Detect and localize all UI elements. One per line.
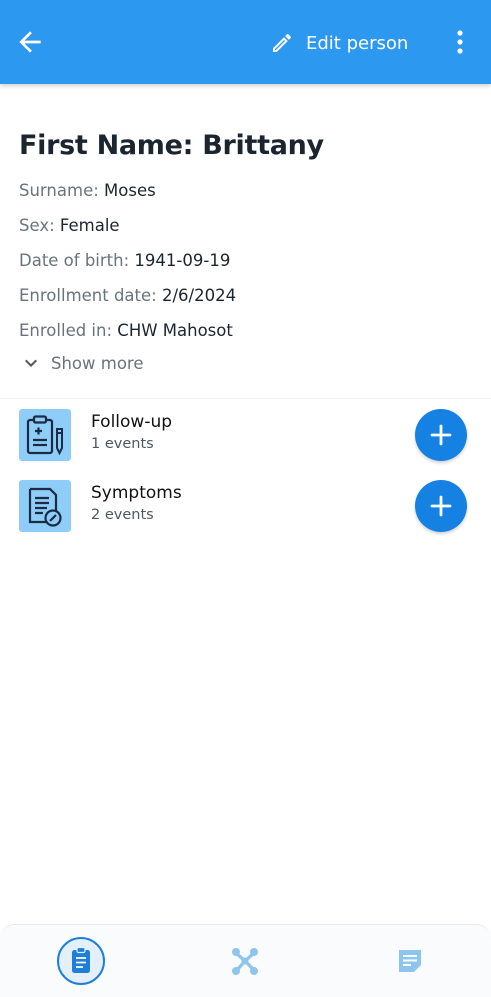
detail-rows: Surname: Moses Sex: Female Date of birth… bbox=[19, 173, 479, 348]
plus-icon bbox=[430, 495, 452, 517]
add-event-button[interactable] bbox=[415, 480, 467, 532]
stage-follow-up[interactable]: Follow-up 1 events bbox=[0, 398, 491, 468]
sex-row: Sex: Female bbox=[19, 208, 479, 243]
nav-item-details[interactable] bbox=[57, 937, 105, 985]
surname-row: Surname: Moses bbox=[19, 173, 479, 208]
arrow-left-icon bbox=[19, 31, 41, 53]
nav-item-relationships[interactable] bbox=[221, 937, 269, 985]
stage-icon-box bbox=[19, 409, 71, 461]
notes-icon bbox=[399, 950, 421, 972]
edit-person-button[interactable]: Edit person bbox=[270, 28, 408, 58]
more-vertical-icon bbox=[457, 30, 463, 54]
plus-icon bbox=[430, 424, 452, 446]
date-of-birth-row: Date of birth: 1941-09-19 bbox=[19, 243, 479, 278]
nav-item-notes[interactable] bbox=[386, 937, 434, 985]
person-details: First Name: Brittany Surname: Moses Sex:… bbox=[19, 126, 479, 348]
back-button[interactable] bbox=[14, 26, 46, 58]
field-label: Enrollment date: bbox=[19, 286, 157, 305]
stage-name: Symptoms bbox=[91, 483, 182, 503]
stage-icon-box bbox=[19, 480, 71, 532]
field-label: Enrolled in: bbox=[19, 321, 113, 340]
edit-person-label: Edit person bbox=[306, 32, 409, 54]
document-edit-icon bbox=[28, 487, 62, 527]
show-more-toggle[interactable]: Show more bbox=[19, 348, 144, 378]
add-event-button[interactable] bbox=[415, 409, 467, 461]
stage-symptoms[interactable]: Symptoms 2 events bbox=[0, 470, 491, 540]
field-label: Date of birth: bbox=[19, 251, 130, 270]
field-value: 2/6/2024 bbox=[161, 286, 237, 305]
enrollment-date-row: Enrollment date: 2/6/2024 bbox=[19, 278, 479, 313]
stage-name: Follow-up bbox=[91, 412, 173, 432]
assignment-icon bbox=[72, 946, 90, 973]
person-title: First Name: Brittany bbox=[19, 130, 324, 161]
bottom-navigation bbox=[0, 924, 491, 997]
show-more-label: Show more bbox=[51, 353, 144, 373]
clipboard-medical-icon bbox=[26, 415, 63, 456]
field-label: Surname: bbox=[19, 181, 99, 200]
field-value: Female bbox=[59, 216, 120, 235]
more-options-button[interactable] bbox=[448, 28, 472, 58]
field-label: Sex: bbox=[19, 216, 55, 235]
chevron-down-icon bbox=[25, 359, 37, 367]
pencil-icon bbox=[273, 33, 292, 52]
field-value: 1941-09-19 bbox=[134, 251, 231, 270]
top-app-bar: Edit person bbox=[0, 0, 491, 84]
relationship-network-icon bbox=[232, 948, 258, 975]
stage-event-count: 2 events bbox=[91, 507, 154, 523]
enrolled-in-row: Enrolled in: CHW Mahosot bbox=[19, 313, 479, 348]
field-value: CHW Mahosot bbox=[117, 321, 233, 340]
stage-event-count: 1 events bbox=[91, 436, 154, 452]
field-value: Moses bbox=[104, 181, 156, 200]
